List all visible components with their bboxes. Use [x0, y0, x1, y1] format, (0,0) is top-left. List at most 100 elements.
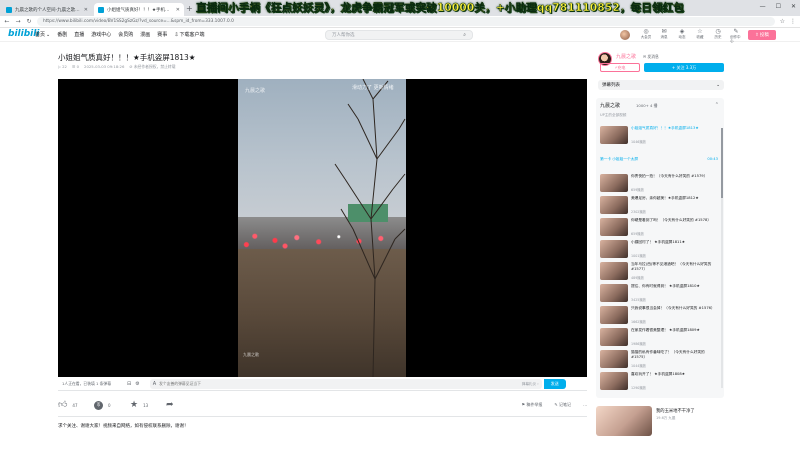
- search-input[interactable]: 万人帮你选 ⌕: [325, 30, 473, 40]
- send-message-link[interactable]: ✉ 发消息: [643, 54, 659, 60]
- danmaku-input[interactable]: [159, 381, 390, 386]
- like-button[interactable]: 👍︎ 47: [58, 400, 94, 410]
- new-tab-icon[interactable]: +: [186, 4, 193, 13]
- danmaku-etiquette-link[interactable]: 弹幕礼仪 ›: [522, 382, 539, 387]
- danmaku-list-toggle[interactable]: 弹幕列表 ⌄: [598, 80, 724, 90]
- send-danmaku-button[interactable]: 发送: [543, 378, 566, 389]
- close-tab-icon[interactable]: ✕: [84, 7, 88, 13]
- report-link[interactable]: ⚑ 稿件举报: [521, 402, 542, 408]
- coin-button[interactable]: 币0: [94, 400, 130, 410]
- video-thumbnail[interactable]: [600, 328, 628, 346]
- close-tab-icon[interactable]: ✕: [176, 7, 180, 13]
- collection-item[interactable]: 喜欢玩开了！ ★手机盗屏1808★ 1290播放: [600, 372, 718, 392]
- share-button[interactable]: ➦: [166, 400, 202, 410]
- minimize-icon[interactable]: —: [760, 3, 766, 10]
- font-style-icon[interactable]: A: [153, 381, 156, 387]
- header-favorite-button[interactable]: ☆ 收藏: [694, 29, 706, 43]
- nav-game-center[interactable]: 游戏中心: [91, 31, 111, 38]
- chevron-down-icon: ⌄: [46, 31, 51, 38]
- scrollbar-thumb[interactable]: [721, 128, 723, 198]
- video-thumbnail[interactable]: [600, 284, 628, 302]
- stream-banner-overlay: 直播间小手柄《狂点妖妖灵》，龙虎争霸冠军或突破10000关，+小助理qq7811…: [196, 2, 685, 14]
- collection-item[interactable]: 你硬是看到了吗！（今天有什么好笑的 #1578） 659播放: [600, 218, 718, 238]
- collection-item[interactable]: 在家发作着很美整理！ ★手机盗屏1809★ 1986播放: [600, 328, 718, 348]
- browser-tab-1[interactable]: 九晨之歌的个人空间-九晨之歌个人... ✕: [2, 3, 92, 16]
- follow-button[interactable]: + 关注 3.3万: [644, 63, 724, 72]
- collection-item-plays: 1046播放: [631, 140, 646, 144]
- video-thumbnail[interactable]: [600, 306, 628, 324]
- forward-icon[interactable]: →: [15, 18, 21, 25]
- nav-shop[interactable]: 会员购: [118, 31, 133, 38]
- header-creation-button[interactable]: ✎ 创作中心: [730, 29, 742, 43]
- nav-live[interactable]: 直播: [74, 31, 84, 38]
- video-thumbnail[interactable]: [600, 262, 628, 280]
- nav-download[interactable]: ⇩ 下载客户端: [174, 31, 204, 39]
- video-thumbnail[interactable]: [600, 196, 628, 214]
- collection-item-title[interactable]: 你硬是看到了吗！（今天有什么好笑的 #1578）: [631, 218, 711, 223]
- collection-item-title[interactable]: 喜欢玩开了！ ★手机盗屏1808★: [631, 372, 685, 377]
- back-icon[interactable]: ←: [4, 18, 10, 25]
- viewer-info: 1人正在看，已装填 1 条弹幕: [62, 380, 112, 386]
- collection-item-title[interactable]: 猫猫的私有作番味吃了！（今天有什么好笑的 #1575）: [631, 350, 718, 359]
- favorite-button[interactable]: ★ 13: [130, 400, 166, 410]
- bookmark-star-icon[interactable]: ☆: [780, 18, 785, 25]
- danmaku-settings-icon[interactable]: ⚙: [135, 381, 139, 387]
- user-avatar[interactable]: [620, 30, 630, 40]
- chevron-up-icon[interactable]: ⌃: [715, 102, 719, 108]
- collection-item[interactable]: 小姐姐气质真好！！！★手机盗屏1813★ 1046播放: [600, 126, 718, 146]
- video-thumbnail[interactable]: [600, 174, 628, 192]
- charge-button[interactable]: ⚡ 充电: [600, 63, 640, 72]
- collection-item-title[interactable]: 当年马拉(西)等不见港酒吧！（今天有什么好笑的 #1577）: [631, 262, 718, 271]
- collection-item-plays: 659播放: [631, 188, 644, 192]
- video-thumbnail[interactable]: [600, 350, 628, 368]
- recommended-thumbnail[interactable]: [596, 406, 652, 436]
- danmaku-input-wrap: A 弹幕礼仪 ›: [149, 378, 542, 389]
- danmaku-toggle-icon[interactable]: ⊟: [127, 381, 131, 387]
- nav-anime[interactable]: 番剧: [57, 31, 67, 38]
- video-thumbnail[interactable]: [600, 240, 628, 258]
- video-thumbnail[interactable]: [600, 218, 628, 236]
- collection-item-title[interactable]: 只我说事很当会掉！（今天有什么好笑的 #1576）: [631, 306, 715, 311]
- collection-item[interactable]: 当年马拉(西)等不见港酒吧！（今天有什么好笑的 #1577） 489播放: [600, 262, 718, 282]
- collection-item-title[interactable]: 美爆足厉，亲你超美！★手机盗屏1812★: [631, 196, 699, 201]
- nav-home[interactable]: 首页 ⌄: [35, 31, 51, 39]
- flag-icon: ⚑: [521, 402, 526, 407]
- close-window-icon[interactable]: ✕: [791, 3, 796, 10]
- more-icon[interactable]: ⋯: [583, 403, 587, 408]
- notes-link[interactable]: ✎ 记笔记: [554, 402, 571, 408]
- upload-button[interactable]: ⇧ 投稿: [748, 30, 776, 40]
- collection-item-title[interactable]: 提往、你有时就得到！ ★手机盗屏1810★: [631, 284, 700, 289]
- video-frame[interactable]: [238, 79, 406, 377]
- video-description: 求个关注、谢谢大家！视频来自网络，如有侵权联系删除，谢谢！: [58, 424, 189, 429]
- collection-item[interactable]: 小姨回村了！ ★手机盗屏1811★ 1001播放: [600, 240, 718, 260]
- collection-item[interactable]: 美爆足厉，亲你超美！★手机盗屏1812★ 2302播放: [600, 196, 718, 216]
- video-thumbnail[interactable]: [600, 126, 628, 144]
- collection-item-title[interactable]: 你贵快拍一拍！（今天有什么好笑的 #1579）: [631, 174, 707, 179]
- search-icon[interactable]: ⌕: [463, 32, 466, 38]
- header-history-button[interactable]: ◷ 历史: [712, 29, 724, 43]
- collection-item-title[interactable]: 在家发作着很美整理！ ★手机盗屏1809★: [631, 328, 700, 333]
- collection-item[interactable]: 你贵快拍一拍！（今天有什么好笑的 #1579） 659播放: [600, 174, 718, 194]
- nav-manga[interactable]: 漫画: [140, 31, 150, 38]
- up-name[interactable]: 九晨之歌: [616, 53, 636, 60]
- browser-tab-2[interactable]: 小姐姐气质真好！！！★手机... ✕: [94, 3, 184, 16]
- header-dynamic-button[interactable]: ◈ 动态: [676, 29, 688, 43]
- reload-icon[interactable]: ↻: [26, 18, 32, 25]
- extensions-icon[interactable]: ⋮: [790, 18, 796, 25]
- header-big-member-button[interactable]: ◎ 大会员: [640, 29, 652, 43]
- current-episode-group[interactable]: 第一卡 小姐姐一个太屏 00:43: [600, 154, 718, 164]
- collection-item-title[interactable]: 小姐姐气质真好！！！★手机盗屏1813★: [631, 126, 699, 131]
- collection-item[interactable]: 提往、你有时就得到！ ★手机盗屏1810★ 3425播放: [600, 284, 718, 304]
- header-message-button[interactable]: ✉ 消息: [658, 29, 670, 43]
- collection-item-title[interactable]: 小姨回村了！ ★手机盗屏1811★: [631, 240, 685, 245]
- nav-esports[interactable]: 赛事: [157, 31, 167, 38]
- maximize-icon[interactable]: ☐: [776, 3, 781, 10]
- tree-silhouette: [334, 79, 406, 377]
- url-field[interactable]: https://www.bilibili.com/video/BV1SS2gSz…: [37, 17, 775, 26]
- recommended-video[interactable]: 我的玉米地不干净了 19.6万 九晨: [596, 406, 724, 436]
- collection-item[interactable]: 只我说事很当会掉！（今天有什么好笑的 #1576） 1662播放: [600, 306, 718, 326]
- recommended-title[interactable]: 我的玉米地不干净了: [656, 408, 695, 414]
- collection-item-plays: 3425播放: [631, 298, 646, 302]
- video-thumbnail[interactable]: [600, 372, 628, 390]
- collection-item[interactable]: 猫猫的私有作番味吃了！（今天有什么好笑的 #1575） 1044播放: [600, 350, 718, 370]
